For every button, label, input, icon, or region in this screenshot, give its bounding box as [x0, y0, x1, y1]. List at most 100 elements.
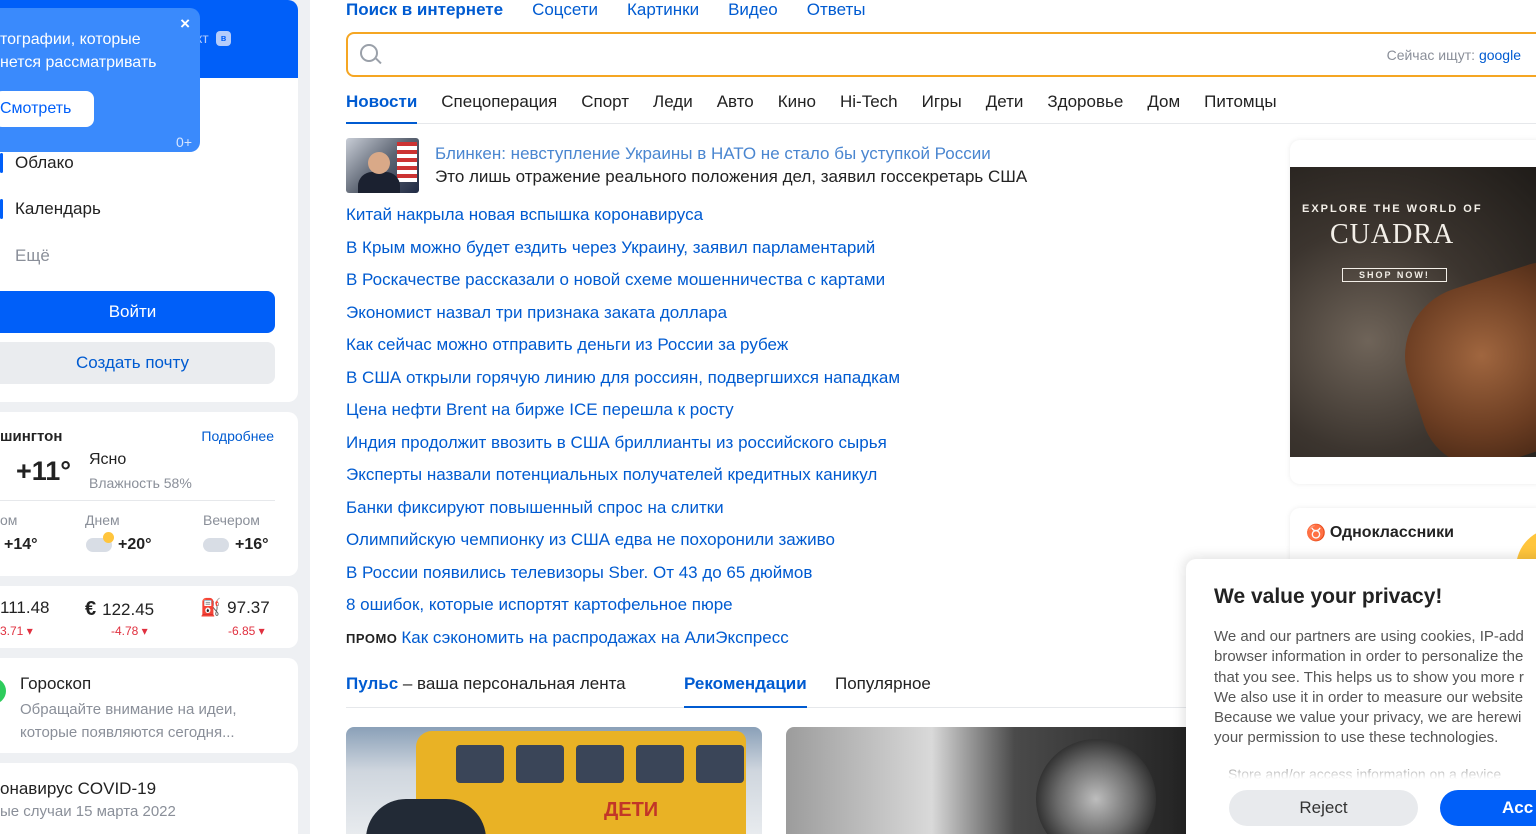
tab-lady[interactable]: Леди	[653, 92, 693, 124]
oil-rig-icon: ⛽	[200, 598, 222, 617]
news-item[interactable]: В Крым можно будет ездить через Украину,…	[346, 237, 900, 270]
currency-delta: -6.85 ▾	[228, 624, 265, 638]
search-tabs: Поиск в интернете Соцсети Картинки Видео…	[346, 0, 866, 20]
lead-news-subtitle[interactable]: Это лишь отражение реального положения д…	[435, 167, 1027, 187]
tab-games[interactable]: Игры	[922, 92, 962, 124]
popup-view-button[interactable]: Смотреть	[0, 91, 94, 127]
horoscope-text: Обращайте внимание на идеи, которые появ…	[20, 701, 237, 741]
news-item[interactable]: В США открыли горячую линию для россиян,…	[346, 367, 900, 400]
tab-news[interactable]: Новости	[346, 92, 418, 124]
horoscope-card[interactable]: Гороскоп Обращайте внимание на идеи, кот…	[0, 658, 298, 753]
promo-text[interactable]: Как сэкономить на распродажах на АлиЭксп…	[401, 628, 788, 647]
currency-delta: 3.71 ▾	[0, 624, 33, 638]
tab-answers[interactable]: Ответы	[807, 0, 866, 20]
tab-video[interactable]: Видео	[728, 0, 778, 20]
horoscope-title: Гороскоп	[20, 674, 92, 693]
search-input[interactable]: Сейчас ищут: google	[346, 32, 1536, 77]
pulse-tagline: – ваша персональная лента	[398, 674, 626, 693]
news-item[interactable]: Индия продолжит ввозить в США бриллианты…	[346, 432, 900, 465]
weather-period-temp: +14°	[4, 536, 38, 553]
tab-health[interactable]: Здоровье	[1047, 92, 1123, 124]
weather-period-value: +14°	[4, 536, 38, 554]
tab-popular[interactable]: Популярное	[835, 674, 931, 694]
currency-eur: € 122.45	[85, 598, 154, 621]
menu-item-label: Облако	[15, 153, 74, 172]
menu-item-more[interactable]: Ещё	[0, 244, 50, 268]
tab-recommendations[interactable]: Рекомендации	[684, 674, 807, 708]
pulse-brand[interactable]: Пульс	[346, 674, 398, 693]
lead-news-image[interactable]	[346, 138, 419, 193]
ad-image[interactable]: EXPLORE THE WORLD OF CUADRA SHOP NOW!	[1290, 167, 1536, 457]
tab-web-search[interactable]: Поиск в интернете	[346, 0, 503, 20]
news-item[interactable]: Олимпийскую чемпионку из США едва не пох…	[346, 529, 900, 562]
promo-item[interactable]: ПРОМО Как сэкономить на распродажах на Ал…	[346, 627, 900, 660]
ad-banner[interactable]: EXPLORE THE WORLD OF CUADRA SHOP NOW!	[1290, 140, 1536, 484]
news-item[interactable]: Китай накрыла новая вспышка коронавируса	[346, 204, 900, 237]
covid-subtitle: ые случаи 15 марта 2022	[0, 803, 176, 820]
covid-title: онавирус COVID-19	[0, 779, 157, 798]
menu-item-calendar[interactable]: Календарь	[0, 197, 101, 221]
currency-value: 111.48	[0, 598, 50, 617]
weather-more-link[interactable]: Подробнее	[201, 428, 274, 444]
ad-cta-button[interactable]: SHOP NOW!	[1342, 268, 1447, 282]
close-icon[interactable]: ×	[180, 14, 190, 34]
covid-card[interactable]: онавирус COVID-19 ые случаи 15 марта 202…	[0, 763, 298, 834]
popup-text-line2: нется рассматривать	[0, 54, 157, 71]
bus-sign: ДЕТИ	[604, 799, 659, 821]
tab-social[interactable]: Соцсети	[532, 0, 598, 20]
calendar-icon	[0, 199, 3, 219]
currency-card[interactable]: 111.48 3.71 ▾ € 122.45 -4.78 ▾ ⛽ 97.37 -…	[0, 586, 298, 648]
tab-sport[interactable]: Спорт	[581, 92, 629, 124]
weather-card: шингтон Подробнее +11° Ясно Влажность 58…	[0, 412, 298, 576]
privacy-title: We value your privacy!	[1214, 585, 1443, 608]
tab-home[interactable]: Дом	[1147, 92, 1180, 124]
news-tabs: Новости Спецоперация Спорт Леди Авто Кин…	[346, 92, 1536, 124]
tab-hitech[interactable]: Hi-Tech	[840, 92, 898, 124]
create-mail-button[interactable]: Создать почту	[0, 342, 275, 384]
mail-card: кт в тографии, которые нется рассматрива…	[0, 0, 298, 402]
zodiac-icon	[0, 678, 6, 704]
pulse-title: Пульс – ваша персональная лента	[346, 674, 626, 694]
news-item[interactable]: Экономист назвал три признака заката дол…	[346, 302, 900, 335]
currency-value: 97.37	[227, 598, 270, 617]
weather-period-label: ом	[0, 512, 18, 528]
weather-period-temp: +16°	[235, 536, 269, 553]
euro-icon: €	[85, 598, 97, 620]
ok-title-label: Одноклассники	[1329, 524, 1454, 541]
partly-cloudy-icon	[86, 532, 114, 552]
search-hint-query[interactable]: google	[1479, 47, 1521, 63]
weather-temp: +11°	[16, 456, 72, 486]
tab-pets[interactable]: Питомцы	[1204, 92, 1276, 124]
search-hint-label: Сейчас ищут:	[1386, 47, 1476, 63]
menu-item-cloud[interactable]: Облако	[0, 151, 74, 175]
currency-usd: 111.48	[0, 598, 49, 618]
tab-specop[interactable]: Спецоперация	[441, 92, 557, 124]
weather-period-label: Вечером	[203, 512, 260, 528]
weather-city[interactable]: шингтон	[0, 428, 62, 445]
search-icon	[360, 44, 378, 62]
divider	[0, 500, 275, 501]
tab-kids[interactable]: Дети	[986, 92, 1024, 124]
ad-headline: EXPLORE THE WORLD OF	[1302, 203, 1483, 215]
tab-images[interactable]: Картинки	[627, 0, 699, 20]
news-item[interactable]: Цена нефти Brent на бирже ICE перешла к …	[346, 399, 900, 432]
feed-card-image[interactable]	[786, 727, 1202, 834]
news-item[interactable]: 8 ошибок, которые испортят картофельное …	[346, 594, 900, 627]
tab-kino[interactable]: Кино	[778, 92, 816, 124]
news-item[interactable]: Банки фиксируют повышенный спрос на слит…	[346, 497, 900, 530]
feed-card-image[interactable]: ДЕТИ	[346, 727, 762, 834]
news-item[interactable]: В России появились телевизоры Sber. От 4…	[346, 562, 900, 595]
vk-icon[interactable]: в	[216, 31, 231, 46]
accept-button[interactable]: Acc	[1440, 790, 1536, 826]
tab-auto[interactable]: Авто	[717, 92, 754, 124]
news-item[interactable]: Эксперты назвали потенциальных получател…	[346, 464, 900, 497]
login-button[interactable]: Войти	[0, 291, 275, 333]
news-item[interactable]: В Роскачестве рассказали о новой схеме м…	[346, 269, 900, 302]
weather-period-value: +20°	[86, 532, 152, 554]
reject-button[interactable]: Reject	[1229, 790, 1418, 826]
news-item[interactable]: Как сейчас можно отправить деньги из Рос…	[346, 334, 900, 367]
lead-news-title[interactable]: Блинкен: невступление Украины в НАТО не …	[435, 144, 991, 164]
pulse-tabs: Пульс – ваша персональная лента Рекоменд…	[346, 674, 1186, 708]
menu-item-label: Календарь	[15, 199, 101, 218]
privacy-dialog: We value your privacy! We and our partne…	[1186, 559, 1536, 834]
